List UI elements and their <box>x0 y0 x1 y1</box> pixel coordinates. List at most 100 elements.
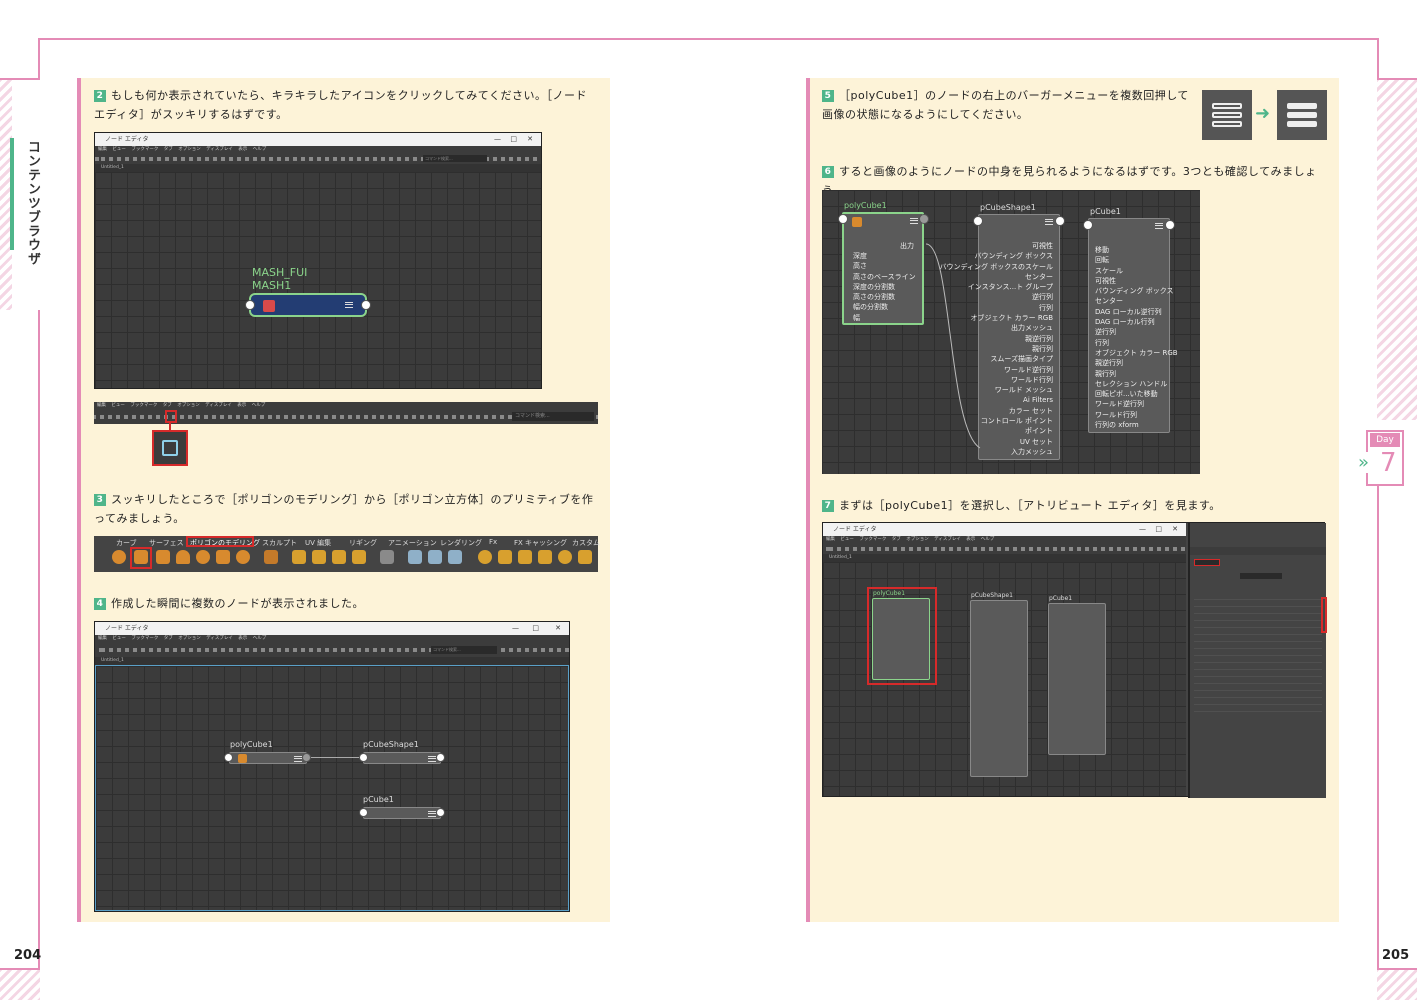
close-button[interactable]: ✕ <box>555 622 561 635</box>
separate-icon[interactable] <box>428 550 442 564</box>
right-hatch-strip-bottom <box>1377 968 1417 1000</box>
step-num: 2 <box>94 90 106 102</box>
shelf-tab-rigging[interactable]: リギング <box>349 538 377 548</box>
toolbar[interactable] <box>823 544 1186 554</box>
right-hatch-strip <box>1377 78 1417 420</box>
maximize-button[interactable]: □ <box>532 622 539 635</box>
step-num: 3 <box>94 494 106 506</box>
burger-menu-icon[interactable] <box>345 302 353 308</box>
minimize-button[interactable]: — <box>494 133 501 146</box>
output-port[interactable] <box>361 300 371 310</box>
toolbar[interactable] <box>95 643 569 657</box>
mesh-tool-icon[interactable] <box>380 550 394 564</box>
frame-right <box>1377 38 1379 78</box>
burger-menu-icon[interactable] <box>428 811 436 817</box>
maximize-button[interactable]: □ <box>1155 523 1162 536</box>
poly-node-collapsed[interactable] <box>229 752 307 764</box>
mash-node[interactable] <box>249 293 367 317</box>
step-num: 7 <box>822 500 834 512</box>
shelf-tab-rendering[interactable]: レンダリング <box>440 538 482 548</box>
day-arrow: » <box>1358 452 1370 473</box>
node-editor-window-b: ノード エディタ — □ ✕ 編集 ビュー ブックマーク タブ オプション ディ… <box>94 621 570 912</box>
command-search[interactable]: コマンド検索... <box>431 646 497 654</box>
toolbar-strip-menu[interactable]: 編集 ビュー ブックマーク タブ オプション ディスプレイ 表示 ヘルプ <box>94 402 598 410</box>
callout-connector <box>169 422 171 431</box>
sweep-icon[interactable] <box>292 550 306 564</box>
extrude-icon[interactable] <box>518 550 532 564</box>
shape-out-port[interactable] <box>436 753 445 762</box>
tab-untitled[interactable]: Untitled_1 <box>101 658 124 663</box>
svg-icon[interactable] <box>352 550 366 564</box>
multicut-icon[interactable] <box>578 550 592 564</box>
poly-platonic-icon[interactable] <box>264 550 278 564</box>
minimize-button[interactable]: — <box>512 622 519 635</box>
attr-name-field[interactable] <box>1240 573 1282 579</box>
command-search[interactable]: コマンド検索... <box>423 155 487 162</box>
tab-untitled[interactable]: Untitled_1 <box>829 555 852 560</box>
shape-node-label: pCubeShape1 <box>971 592 1013 599</box>
menu-bar[interactable]: 編集 ビュー ブックマーク タブ オプション ディスプレイ 表示 ヘルプ <box>95 146 541 154</box>
burger-line <box>1212 112 1242 118</box>
shelf-tab-surface[interactable]: サーフェス <box>149 538 184 548</box>
menu-bar[interactable]: 編集 ビュー ブックマーク タブ オプション ディスプレイ 表示 ヘルプ <box>823 536 1186 544</box>
poly-out-port[interactable] <box>302 753 311 762</box>
shelf-tab-fx-cache[interactable]: FX キャッシング <box>514 538 567 548</box>
step-7: 7 まずは［polyCube1］を選択し、［アトリビュート エディタ］を見ます。 <box>822 496 1330 515</box>
bridge-icon[interactable] <box>558 550 572 564</box>
burger-menu-icon[interactable] <box>428 756 436 762</box>
cube-node-small[interactable] <box>1048 603 1106 755</box>
pipe-icon[interactable] <box>312 550 326 564</box>
mirror-icon[interactable] <box>498 550 512 564</box>
poly-cone-icon[interactable] <box>176 550 190 564</box>
shape-node-small[interactable] <box>970 600 1028 777</box>
window-titlebar: ノード エディタ — □ ✕ <box>823 523 1186 536</box>
poly-cylinder-icon[interactable] <box>156 550 170 564</box>
shelf-tab-animation[interactable]: アニメーション <box>388 538 437 548</box>
tab-untitled[interactable]: Untitled_1 <box>101 165 124 170</box>
toolbar-strip-search[interactable]: コマンド検索... <box>512 412 594 421</box>
attr-menu-bar <box>1190 547 1326 555</box>
poly-plane-icon[interactable] <box>216 550 230 564</box>
tab-bar[interactable]: Untitled_1 <box>823 554 1186 562</box>
left-panel-accent <box>77 78 81 922</box>
window-titlebar: ノード エディタ — □ ✕ <box>95 622 569 635</box>
combine-icon[interactable] <box>408 550 422 564</box>
step-num: 4 <box>94 598 106 610</box>
cube-in-port[interactable] <box>359 808 368 817</box>
close-button[interactable]: ✕ <box>527 133 533 146</box>
node-graph-canvas[interactable] <box>95 665 569 911</box>
cube-node-label: pCube1 <box>363 795 394 804</box>
bevel-icon[interactable] <box>538 550 552 564</box>
node-editor-with-attributes: ノード エディタ — □ ✕ 編集 ビュー ブックマーク タブ オプション ディ… <box>822 522 1327 798</box>
poly-disc-icon[interactable] <box>236 550 250 564</box>
shelf-tab-custom[interactable]: カスタム <box>572 538 600 548</box>
shelf-tab-sculpt[interactable]: スカルプト <box>262 538 297 548</box>
maximize-button[interactable]: □ <box>510 133 517 146</box>
poly-in-port[interactable] <box>224 753 233 762</box>
poly-node-small[interactable] <box>872 598 930 680</box>
shelf-tab-fx[interactable]: Fx <box>489 538 497 546</box>
type-icon[interactable] <box>332 550 346 564</box>
poly-sphere-icon[interactable] <box>112 550 126 564</box>
poly-torus-icon[interactable] <box>196 550 210 564</box>
close-button[interactable]: ✕ <box>1172 523 1178 536</box>
input-port[interactable] <box>245 300 255 310</box>
tab-bar[interactable]: Untitled_1 <box>95 657 569 665</box>
tab-bar[interactable]: Untitled_1 <box>95 164 541 172</box>
attr-node-tab[interactable] <box>1194 559 1220 566</box>
burger-menu-icon[interactable] <box>294 756 302 762</box>
attribute-editor-panel <box>1188 523 1327 798</box>
smooth-icon[interactable] <box>448 550 462 564</box>
burger-after-icon <box>1277 90 1327 140</box>
shape-node-collapsed[interactable] <box>363 752 441 764</box>
boolean-icon[interactable] <box>478 550 492 564</box>
node-graph-canvas[interactable] <box>95 172 541 388</box>
cube-out-port[interactable] <box>436 808 445 817</box>
highlight-attr-tab <box>1321 597 1327 633</box>
shelf-strip: カーブ サーフェス ポリゴンのモデリング スカルプト UV 編集 リギング アニ… <box>94 536 600 572</box>
cube-node-collapsed[interactable] <box>363 807 441 819</box>
minimize-button[interactable]: — <box>1139 523 1146 536</box>
shelf-tab-uv[interactable]: UV 編集 <box>305 538 331 548</box>
shape-in-port[interactable] <box>359 753 368 762</box>
menu-bar[interactable]: 編集 ビュー ブックマーク タブ オプション ディスプレイ 表示 ヘルプ <box>95 635 569 643</box>
